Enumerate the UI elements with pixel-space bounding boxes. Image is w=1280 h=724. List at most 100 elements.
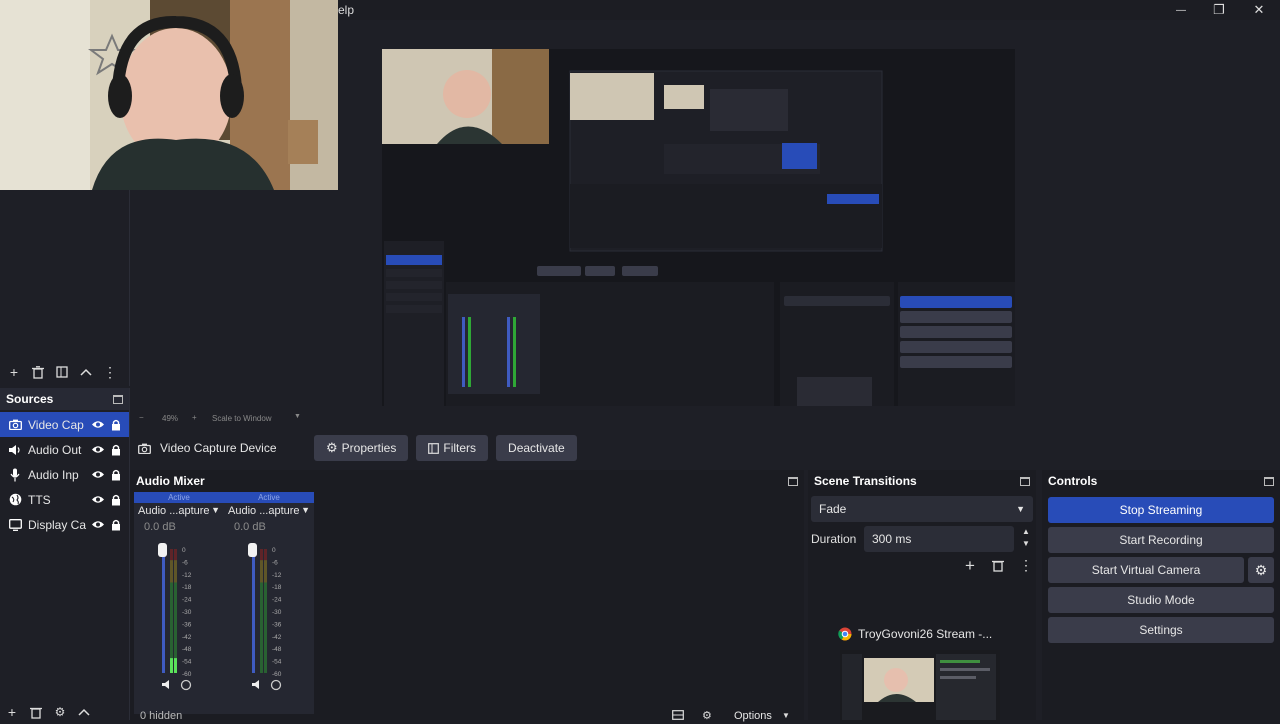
scale-mode[interactable]: Scale to Window: [212, 414, 272, 423]
menu-help[interactable]: elp: [338, 3, 354, 17]
remove-scene-button[interactable]: [26, 362, 50, 382]
eye-icon[interactable]: [89, 520, 107, 529]
mixer-layout-icon[interactable]: [672, 710, 684, 720]
deactivate-label: Deactivate: [508, 441, 565, 455]
meter-zone: [260, 549, 263, 561]
eye-icon[interactable]: [89, 470, 107, 479]
scenes-toolbar: + ⋮: [2, 362, 122, 382]
plus-icon: +: [7, 704, 17, 720]
undock-icon[interactable]: [1020, 476, 1030, 486]
audio-mixer-title: Audio Mixer: [136, 474, 205, 488]
volume-fader-handle: [248, 543, 257, 557]
settings-button[interactable]: Settings: [1048, 617, 1274, 643]
restore-icon: ❐: [1213, 2, 1225, 17]
preview-canvas[interactable]: [382, 49, 1015, 406]
meter-scale-label: -6: [272, 559, 278, 566]
close-button[interactable]: ✕: [1240, 0, 1278, 20]
audio-mixer-header: Audio Mixer: [130, 470, 804, 492]
close-icon: ✕: [1253, 2, 1265, 17]
chevron-down-icon: ▼: [1016, 504, 1025, 514]
meter-scale-label: -42: [182, 634, 192, 641]
channel-db: 0.0 dB: [144, 521, 176, 533]
options-button[interactable]: Options: [734, 710, 772, 722]
lock-icon[interactable]: [107, 494, 125, 506]
microphone-icon: [8, 468, 22, 482]
eye-icon[interactable]: [89, 420, 107, 429]
volume-meter[interactable]: 0 -6 -12 -18 -24 -30 -36 -42 -48 -54 -60: [224, 535, 314, 695]
channel-name: Audio ...apture: [138, 505, 210, 517]
scenes-dock: + ⋮: [0, 190, 130, 386]
filters-label: Filters: [443, 441, 477, 455]
sources-toolbar: + ⚙: [0, 702, 96, 722]
channel-name-dropdown[interactable]: Audio ...apture ▼: [224, 503, 314, 519]
chevron-down-icon[interactable]: ▼: [1018, 538, 1034, 550]
deactivate-button[interactable]: Deactivate: [496, 435, 577, 461]
scene-more-button[interactable]: ⋮: [98, 362, 122, 382]
add-source-button[interactable]: +: [0, 702, 24, 722]
meter-scale-label: -42: [272, 634, 282, 641]
meter-scale-label: -36: [182, 621, 192, 628]
scene-transitions-title: Scene Transitions: [814, 474, 917, 488]
lock-icon[interactable]: [107, 444, 125, 456]
meter-scale-label: -24: [182, 597, 192, 604]
zoom-bar: − 49% + Scale to Window ▼: [130, 412, 1280, 426]
lock-icon[interactable]: [107, 519, 125, 531]
start-virtual-camera-button[interactable]: Start Virtual Camera: [1048, 557, 1244, 583]
add-scene-button[interactable]: +: [2, 362, 26, 382]
scale-dropdown-chevron-icon[interactable]: ▼: [294, 413, 301, 420]
source-item-video-capture[interactable]: Video Cap: [0, 412, 129, 437]
duration-input[interactable]: 300 ms: [864, 526, 1014, 552]
source-item-audio-input[interactable]: Audio Inp: [0, 462, 129, 487]
meter-scale-label: -12: [182, 572, 192, 579]
context-source: Video Capture Device: [138, 441, 306, 455]
camera-icon: [138, 443, 151, 454]
studio-mode-button[interactable]: Studio Mode: [1048, 587, 1274, 613]
mixer-settings-gear-icon[interactable]: ⚙: [702, 709, 712, 722]
zoom-in-button[interactable]: +: [192, 413, 197, 422]
channel-name-dropdown[interactable]: Audio ...apture ▼: [134, 503, 224, 519]
add-transition-icon[interactable]: +: [965, 556, 975, 576]
scene-filters-button[interactable]: [50, 362, 74, 382]
source-properties-button[interactable]: ⚙: [48, 702, 72, 722]
transition-select[interactable]: Fade ▼: [811, 496, 1033, 522]
properties-button[interactable]: ⚙ Properties: [314, 435, 409, 461]
move-source-up-button[interactable]: [72, 702, 96, 722]
lock-icon[interactable]: [107, 469, 125, 481]
undock-icon[interactable]: [1264, 476, 1274, 486]
audio-mixer-dock: Audio Mixer Active Audio ...apture ▼ 0.0…: [130, 470, 804, 720]
meter-zone: [264, 549, 267, 561]
minimize-button[interactable]: —: [1162, 0, 1200, 20]
undock-icon[interactable]: [113, 394, 123, 404]
meter-zone: [264, 582, 267, 673]
start-recording-button[interactable]: Start Recording: [1048, 527, 1274, 553]
undock-icon[interactable]: [788, 476, 798, 486]
eye-icon[interactable]: [89, 445, 107, 454]
source-item-display-capture[interactable]: Display Ca: [0, 512, 129, 537]
mute-speaker-icon: [252, 680, 259, 689]
meter-scale-label: -60: [182, 671, 192, 678]
meter-zone: [264, 560, 267, 583]
move-scene-up-button[interactable]: [74, 362, 98, 382]
plus-icon: +: [9, 364, 19, 380]
globe-icon: [8, 493, 22, 507]
eye-icon[interactable]: [89, 495, 107, 504]
mixer-channel-1: Active Audio ...apture ▼ 0.0 dB 0 -6 -12 -1…: [134, 492, 224, 712]
maximize-button[interactable]: ❐: [1200, 0, 1238, 20]
duration-label: Duration: [811, 532, 857, 546]
volume-meter[interactable]: 0 -6 -12 -18 -24 -30 -36 -42 -48 -54 -60: [134, 535, 224, 695]
virtual-camera-settings-button[interactable]: ⚙: [1248, 557, 1274, 583]
stop-streaming-button[interactable]: Stop Streaming: [1048, 497, 1274, 523]
lock-icon[interactable]: [107, 419, 125, 431]
chevron-up-icon[interactable]: ▲: [1018, 526, 1034, 538]
remove-source-button[interactable]: [24, 702, 48, 722]
stream-window-thumbnail[interactable]: TroyGovoni26 Stream -...: [834, 622, 1000, 724]
hidden-count: 0 hidden: [140, 710, 183, 722]
duration-stepper[interactable]: ▲ ▼: [1018, 526, 1034, 552]
source-item-audio-output[interactable]: Audio Out: [0, 437, 129, 462]
filters-button[interactable]: Filters: [416, 435, 489, 461]
stream-window-title-bar: TroyGovoni26 Stream -...: [834, 622, 1000, 646]
transition-menu-kebab-icon[interactable]: ⋮: [1019, 557, 1033, 574]
remove-transition-icon[interactable]: [992, 559, 1004, 572]
source-item-tts[interactable]: TTS: [0, 487, 129, 512]
zoom-out-button[interactable]: −: [139, 413, 144, 422]
